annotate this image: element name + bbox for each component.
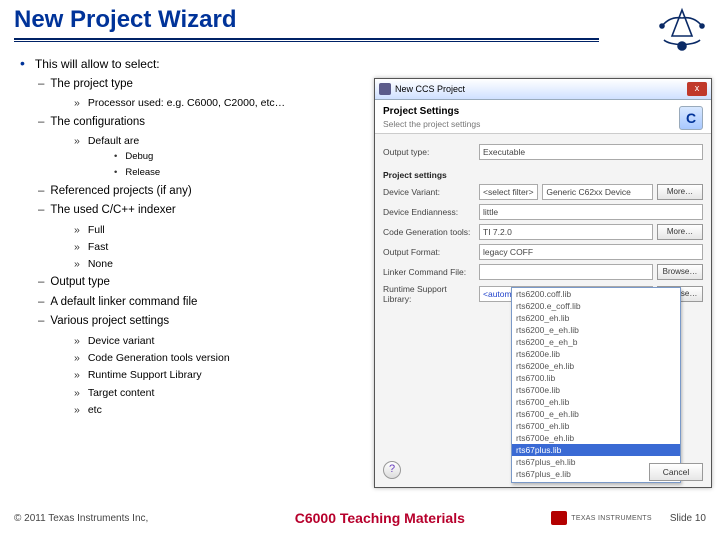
rsl-option[interactable]: rts6700e_eh.lib (512, 432, 680, 444)
label-output-type: Output type: (383, 147, 475, 157)
bullet-output-type: Output type (14, 275, 374, 291)
label-device-variant: Device Variant: (383, 187, 475, 197)
codegen-more-button[interactable]: More… (657, 224, 703, 240)
label-linker-file: Linker Command File: (383, 267, 475, 277)
bullet-configurations: The configurations (14, 115, 374, 131)
ti-chip-icon (551, 511, 567, 525)
field-codegen[interactable]: TI 7.2.0 (479, 224, 653, 240)
intro-bullet: This will allow to select: (14, 54, 374, 73)
bullet-referenced: Referenced projects (if any) (14, 184, 374, 200)
label-codegen: Code Generation tools: (383, 227, 475, 237)
technion-logo (658, 6, 706, 54)
dialog-heading: Project Settings (383, 106, 703, 117)
ti-logo: TEXAS INSTRUMENTS (551, 511, 652, 525)
rsl-option[interactable]: rts6200.coff.lib (512, 288, 680, 300)
field-endianness[interactable]: little (479, 204, 703, 220)
bullet-none: None (14, 257, 374, 271)
label-output-format: Output Format: (383, 247, 475, 257)
bullet-linker-cmd: A default linker command file (14, 295, 374, 311)
ti-text: TEXAS INSTRUMENTS (571, 515, 652, 522)
bullet-debug: Debug (14, 151, 374, 164)
rsl-option[interactable]: rts6200.e_coff.lib (512, 300, 680, 312)
bullet-fast: Fast (14, 240, 374, 254)
label-rsl: Runtime Support Library: (383, 284, 475, 304)
rsl-option[interactable]: rts6700_eh.lib (512, 420, 680, 432)
field-device-variant[interactable]: Generic C62xx Device (542, 184, 653, 200)
slide-title: New Project Wizard (14, 6, 720, 34)
label-endianness: Device Endianness: (383, 207, 475, 217)
dialog-subheading: Select the project settings (383, 119, 703, 129)
field-output-format[interactable]: legacy COFF (479, 244, 703, 260)
rsl-option[interactable]: rts6700_eh.lib (512, 396, 680, 408)
field-output-type[interactable]: Executable (479, 144, 703, 160)
bullet-default-are: Default are (14, 134, 374, 148)
close-button[interactable]: x (687, 82, 707, 96)
footer-center: C6000 Teaching Materials (208, 510, 551, 526)
dialog-titlebar: New CCS Project x (375, 79, 711, 100)
rsl-option[interactable]: rts6700_e_eh.lib (512, 408, 680, 420)
rsl-option[interactable]: rts67plus.lib (512, 444, 680, 456)
bullet-target-content: Target content (14, 386, 374, 400)
cancel-button[interactable]: Cancel (649, 463, 703, 481)
linker-browse-button[interactable]: Browse… (657, 264, 703, 280)
help-button[interactable]: ? (383, 461, 401, 479)
rsl-option[interactable]: rts6700.lib (512, 372, 680, 384)
bullet-device-variant: Device variant (14, 334, 374, 348)
bullet-release: Release (14, 167, 374, 180)
rsl-option[interactable]: rts6200_e_eh_b (512, 336, 680, 348)
rsl-option[interactable]: rts6200e_eh.lib (512, 360, 680, 372)
bullet-content: This will allow to select: The project t… (0, 42, 388, 417)
bullet-project-settings: Various project settings (14, 314, 374, 330)
rsl-option[interactable]: rts6700e.lib (512, 384, 680, 396)
bullet-rsl: Runtime Support Library (14, 368, 374, 382)
field-device-filter[interactable]: <select filter> (479, 184, 538, 200)
dialog-window-title: New CCS Project (395, 84, 465, 94)
bullet-indexer: The used C/C++ indexer (14, 203, 374, 219)
bullet-project-type: The project type (14, 77, 374, 93)
section-project-settings: Project settings (383, 170, 475, 180)
rsl-option[interactable]: rts6200e.lib (512, 348, 680, 360)
bullet-full: Full (14, 223, 374, 237)
bullet-etc: etc (14, 403, 374, 417)
field-linker-file[interactable] (479, 264, 653, 280)
more-button[interactable]: More… (657, 184, 703, 200)
app-icon (379, 83, 391, 95)
bullet-codegen: Code Generation tools version (14, 351, 374, 365)
rsl-dropdown-list[interactable]: rts6200.coff.librts6200.e_coff.librts620… (511, 287, 681, 483)
c-badge-icon: C (679, 106, 703, 130)
rsl-option[interactable]: rts6200_e_eh.lib (512, 324, 680, 336)
copyright: © 2011 Texas Instruments Inc, (14, 513, 148, 524)
slide-number: Slide 10 (670, 513, 706, 524)
dialog-header: Project Settings Select the project sett… (375, 100, 711, 134)
rsl-option[interactable]: rts6200_eh.lib (512, 312, 680, 324)
bullet-processor: Processor used: e.g. C6000, C2000, etc… (14, 96, 374, 110)
ccs-dialog: New CCS Project x Project Settings Selec… (374, 78, 712, 488)
